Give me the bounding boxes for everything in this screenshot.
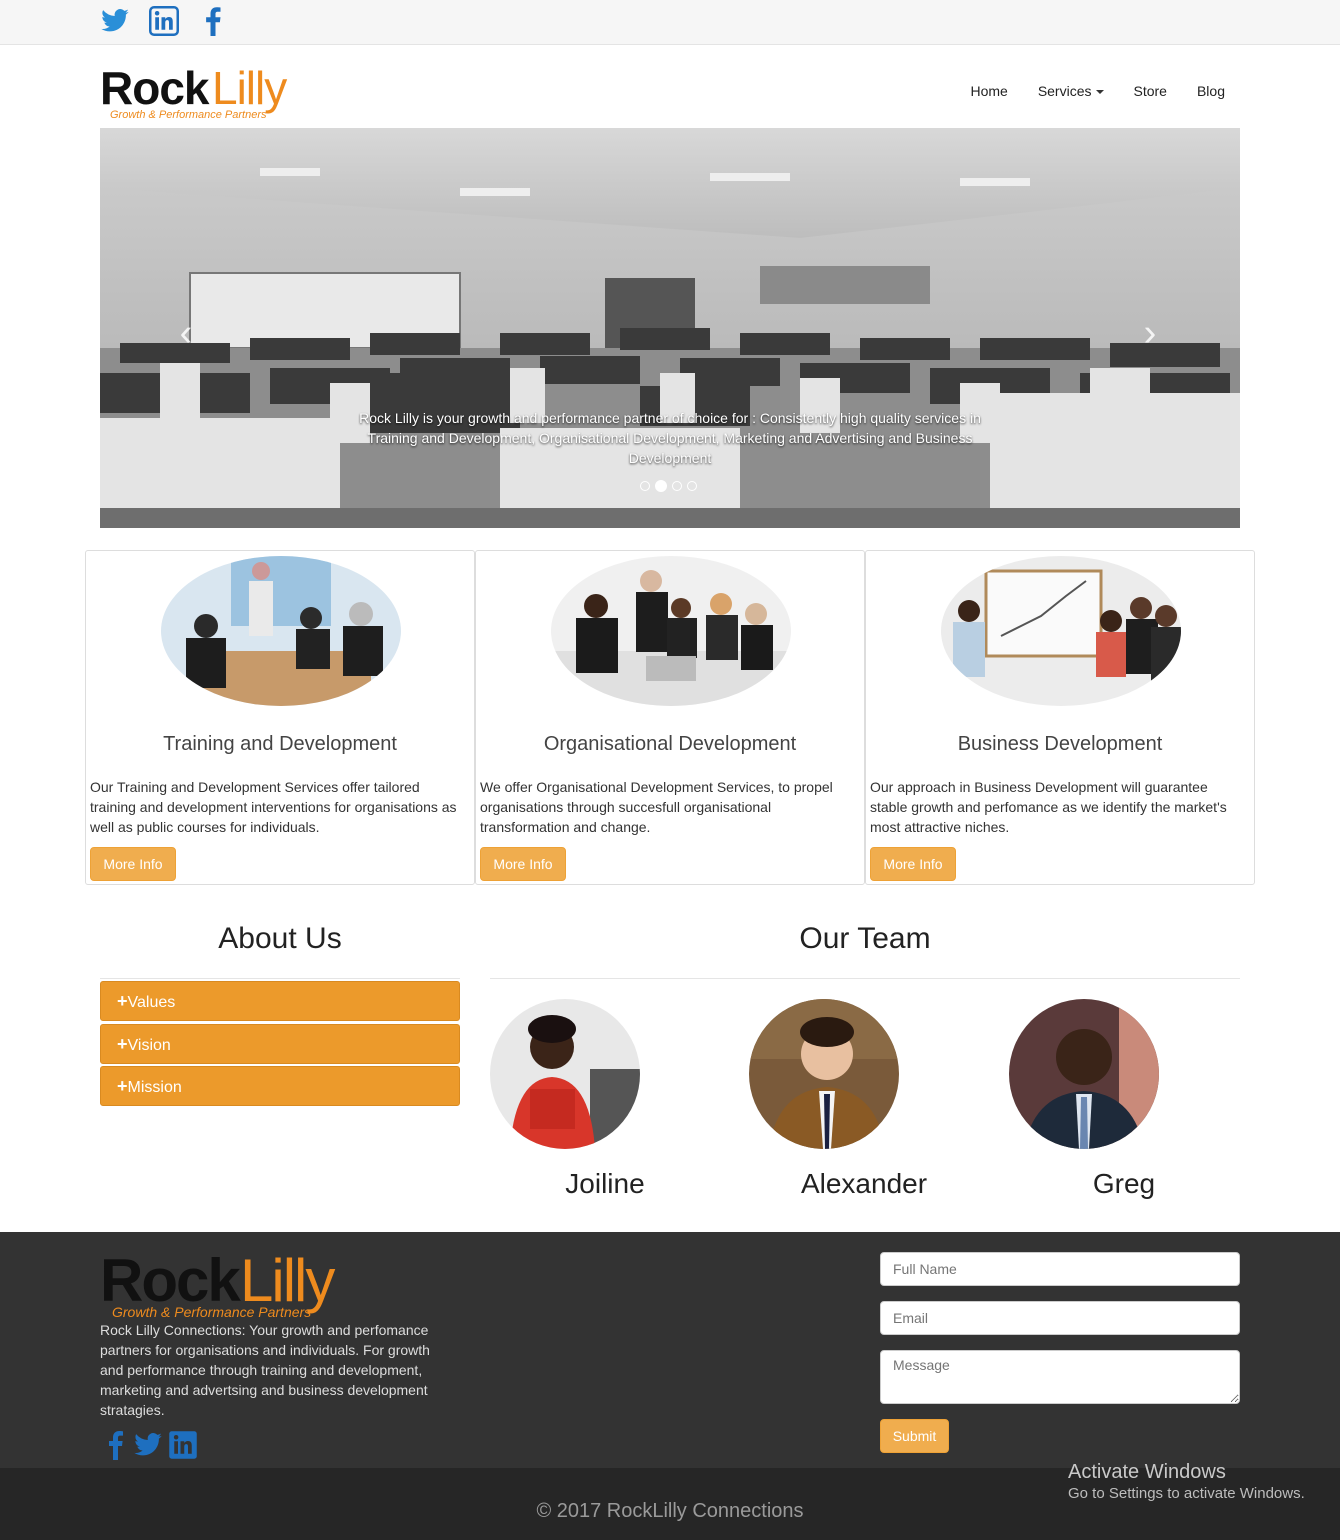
plus-icon: + bbox=[117, 1034, 128, 1054]
business-photo bbox=[941, 556, 1181, 706]
footer-twitter-icon[interactable] bbox=[133, 1430, 163, 1460]
watermark-subtitle: Go to Settings to activate Windows. bbox=[1068, 1485, 1305, 1502]
accordion-vision[interactable]: +Vision bbox=[100, 1024, 460, 1064]
carousel-indicator-active[interactable] bbox=[655, 480, 667, 492]
windows-activation-watermark: Activate Windows Go to Settings to activ… bbox=[1068, 1460, 1305, 1504]
accordion-values[interactable]: +Values bbox=[100, 981, 460, 1021]
card-description: Our Training and Development Services of… bbox=[90, 779, 457, 835]
carousel-caption: Rock Lilly is your growth and performanc… bbox=[359, 410, 981, 466]
logo-tagline: Growth & Performance Partners bbox=[112, 1304, 312, 1320]
avatar-alexander bbox=[749, 999, 899, 1149]
chevron-left-icon: ‹ bbox=[179, 312, 193, 354]
carousel-next[interactable]: › bbox=[1130, 313, 1170, 353]
nav-services-label: Services bbox=[1037, 83, 1092, 99]
chevron-right-icon: › bbox=[1143, 312, 1157, 354]
nav-home[interactable]: Home bbox=[955, 80, 1022, 102]
organisational-photo bbox=[551, 556, 791, 706]
carousel-indicators bbox=[640, 480, 697, 492]
top-social-bar bbox=[0, 0, 1340, 45]
twitter-icon[interactable] bbox=[100, 6, 130, 36]
nav-services[interactable]: Services bbox=[1023, 80, 1119, 102]
team-member-name: Alexander bbox=[800, 1168, 928, 1199]
logo-word-lilly: Lilly bbox=[212, 62, 287, 114]
facebook-icon[interactable] bbox=[198, 6, 228, 36]
footer-logo[interactable]: Rock Lilly Growth & Performance Partners bbox=[100, 1248, 360, 1323]
more-info-button[interactable]: More Info bbox=[870, 847, 956, 881]
divider bbox=[490, 978, 1240, 979]
email-input[interactable] bbox=[880, 1301, 1240, 1335]
footer-description: Rock Lilly Connections: Your growth and … bbox=[100, 1322, 430, 1418]
divider bbox=[100, 978, 460, 979]
accordion-label: Mission bbox=[127, 1079, 182, 1096]
main-navigation: Home Services Store Blog bbox=[955, 80, 1240, 102]
nav-blog[interactable]: Blog bbox=[1182, 80, 1240, 102]
caret-down-icon bbox=[1095, 90, 1104, 95]
accordion-label: Vision bbox=[127, 1037, 171, 1054]
service-card-business: Business Development Our approach in Bus… bbox=[865, 550, 1255, 885]
nav-store[interactable]: Store bbox=[1119, 80, 1182, 102]
classroom-photo bbox=[100, 128, 1240, 528]
about-title: About Us bbox=[218, 922, 342, 955]
message-textarea[interactable] bbox=[880, 1350, 1240, 1404]
watermark-title: Activate Windows bbox=[1068, 1461, 1226, 1483]
plus-icon: + bbox=[117, 1076, 128, 1096]
hero-carousel: ‹ › Rock Lilly is your growth and perfor… bbox=[100, 128, 1240, 528]
training-photo bbox=[161, 556, 401, 706]
carousel-prev[interactable]: ‹ bbox=[166, 313, 206, 353]
logo-word-rock: Rock bbox=[100, 62, 209, 114]
linkedin-icon[interactable] bbox=[149, 6, 179, 36]
avatar-greg bbox=[1009, 999, 1159, 1149]
plus-icon: + bbox=[117, 991, 128, 1011]
carousel-indicator[interactable] bbox=[687, 481, 697, 491]
team-member-name: Joiline bbox=[565, 1168, 645, 1199]
card-title: Business Development bbox=[957, 733, 1163, 755]
carousel-indicator[interactable] bbox=[640, 481, 650, 491]
brand-logo[interactable]: Rock Lilly Growth & Performance Partners bbox=[100, 62, 310, 122]
avatar-joiline bbox=[490, 999, 640, 1149]
team-title: Our Team bbox=[799, 922, 931, 955]
full-name-input[interactable] bbox=[880, 1252, 1240, 1286]
card-description: Our approach in Business Development wil… bbox=[870, 779, 1227, 835]
submit-button[interactable]: Submit bbox=[880, 1419, 949, 1453]
more-info-button[interactable]: More Info bbox=[480, 847, 566, 881]
card-description: We offer Organisational Development Serv… bbox=[480, 779, 833, 835]
card-title: Training and Development bbox=[163, 733, 397, 755]
accordion-label: Values bbox=[127, 994, 176, 1011]
team-member-name: Greg bbox=[1092, 1168, 1156, 1199]
carousel-indicator[interactable] bbox=[672, 481, 682, 491]
footer-facebook-icon[interactable] bbox=[104, 1430, 128, 1460]
logo-tagline: Growth & Performance Partners bbox=[110, 109, 267, 121]
more-info-button[interactable]: More Info bbox=[90, 847, 176, 881]
service-card-training: Training and Development Our Training an… bbox=[85, 550, 475, 885]
service-card-organisational: Organisational Development We offer Orga… bbox=[475, 550, 865, 885]
footer-linkedin-icon[interactable] bbox=[168, 1430, 198, 1460]
card-title: Organisational Development bbox=[543, 733, 797, 755]
accordion-mission[interactable]: +Mission bbox=[100, 1066, 460, 1106]
